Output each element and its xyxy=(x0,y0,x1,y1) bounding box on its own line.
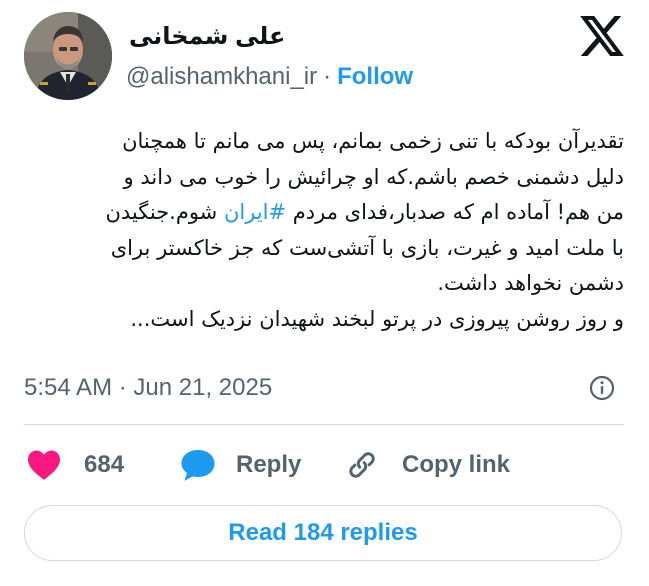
copy-link-label: Copy link xyxy=(402,451,511,478)
heart-icon xyxy=(28,450,60,480)
tweet-card: علی شمخانی @alishamkhani_ir · Follow تقدیر… xyxy=(0,0,649,586)
author-display-name[interactable]: علی شمخانی xyxy=(129,22,285,52)
avatar[interactable] xyxy=(24,12,112,100)
tweet-line: و روز روشن پیروزی در پرتو لبخند شهیدان ن… xyxy=(130,306,624,331)
tweet-timestamp[interactable]: 5:54 AM · Jun 21, 2025 xyxy=(24,373,272,403)
tweet-text: تقدیرآن بودکه با تنی زخمی بمانم، پس می م… xyxy=(24,124,624,337)
tweet-line: تقدیرآن بودکه با تنی زخمی بمانم، پس می م… xyxy=(122,129,624,153)
divider xyxy=(24,424,624,425)
separator-dot: · xyxy=(323,63,332,90)
speech-bubble-icon xyxy=(181,450,215,481)
follow-button[interactable]: Follow xyxy=(337,63,413,90)
link-icon xyxy=(349,452,375,478)
author-handle-row: @alishamkhani_ir · Follow xyxy=(126,62,413,92)
like-button[interactable]: 684 xyxy=(26,445,124,485)
reply-label: Reply xyxy=(236,451,302,478)
info-icon[interactable] xyxy=(589,375,615,401)
reply-button[interactable]: Reply xyxy=(180,445,301,485)
author-handle[interactable]: @alishamkhani_ir xyxy=(126,63,317,90)
tweet-line: دلیل دشمنی خصم باشم.که او چرائیش را خوب … xyxy=(123,164,624,189)
copy-link-button[interactable]: Copy link xyxy=(344,445,510,485)
hashtag-link[interactable]: #ایران xyxy=(224,200,286,224)
tweet-line: با ملت امید و غیرت، بازی با آتشی‌ست که ج… xyxy=(110,235,624,260)
tweet-line-suffix: شوم.جنگیدن xyxy=(105,200,218,224)
avatar-image xyxy=(24,12,112,100)
tweet-line: دشمن نخواهد داشت. xyxy=(437,271,624,295)
read-replies-button[interactable]: Read 184 replies xyxy=(24,505,622,561)
x-logo-icon[interactable] xyxy=(580,16,624,56)
like-count: 684 xyxy=(84,451,125,478)
tweet-line-prefix: من هم! آماده ام که صدبار،فدای مردم xyxy=(286,200,624,224)
tweet-line: من هم! آماده ام که صدبار،فدای مردم #ایرا… xyxy=(24,195,624,231)
